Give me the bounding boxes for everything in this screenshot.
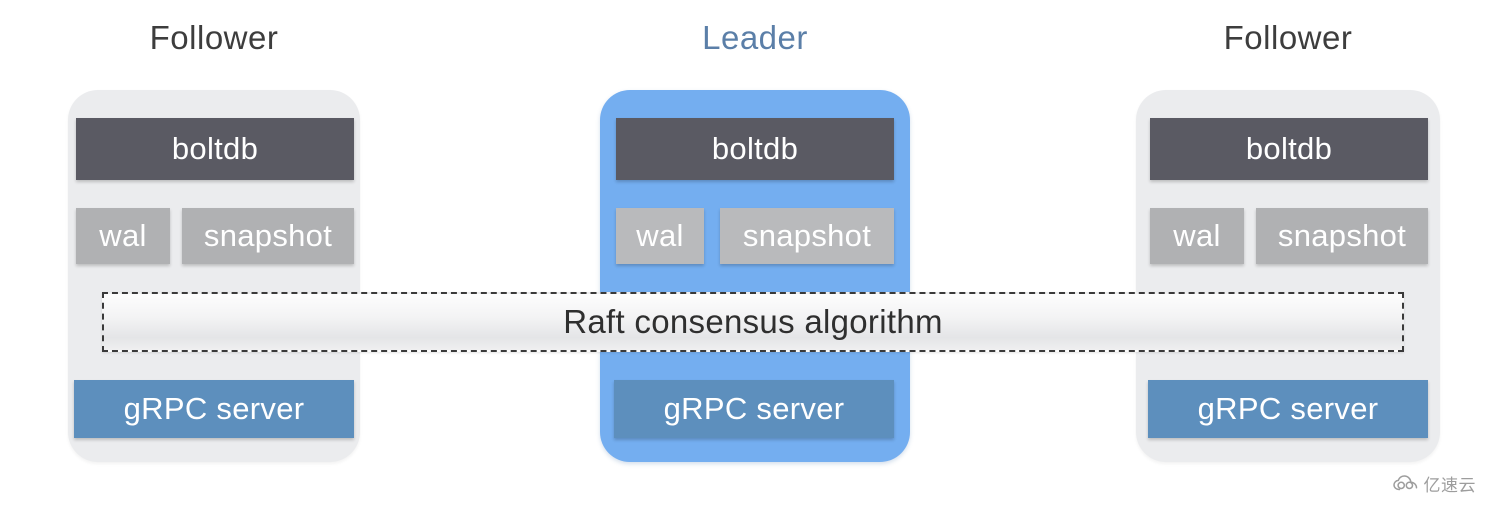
node-title-leader: Leader bbox=[702, 19, 808, 56]
block-snapshot[interactable]: snapshot bbox=[1256, 208, 1428, 264]
block-boltdb[interactable]: boltdb bbox=[76, 118, 354, 180]
diagram-canvas: Follower Leader Follower boltdb wal snap… bbox=[0, 0, 1488, 506]
block-grpc-server[interactable]: gRPC server bbox=[1148, 380, 1428, 438]
cloud-icon bbox=[1392, 475, 1419, 492]
raft-consensus-label: Raft consensus algorithm bbox=[563, 303, 943, 340]
node-card-leader[interactable]: boltdb wal snapshot gRPC server bbox=[600, 90, 910, 462]
block-wal[interactable]: wal bbox=[1150, 208, 1244, 264]
block-snapshot[interactable]: snapshot bbox=[182, 208, 354, 264]
block-wal[interactable]: wal bbox=[76, 208, 170, 264]
node-title-follower-left: Follower bbox=[149, 19, 279, 56]
node-title-follower-right: Follower bbox=[1223, 19, 1353, 56]
block-grpc-server[interactable]: gRPC server bbox=[614, 380, 894, 438]
watermark-text: 亿速云 bbox=[1423, 476, 1476, 495]
raft-consensus-bar[interactable]: Raft consensus algorithm bbox=[102, 292, 1404, 352]
node-card-follower-left[interactable]: boltdb wal snapshot gRPC server bbox=[68, 90, 360, 462]
block-boltdb[interactable]: boltdb bbox=[616, 118, 894, 180]
block-boltdb[interactable]: boltdb bbox=[1150, 118, 1428, 180]
node-card-follower-right[interactable]: boltdb wal snapshot gRPC server bbox=[1136, 90, 1440, 462]
watermark: 亿速云 bbox=[1392, 471, 1477, 496]
block-grpc-server[interactable]: gRPC server bbox=[74, 380, 354, 438]
block-wal[interactable]: wal bbox=[616, 208, 704, 264]
block-snapshot[interactable]: snapshot bbox=[720, 208, 894, 264]
